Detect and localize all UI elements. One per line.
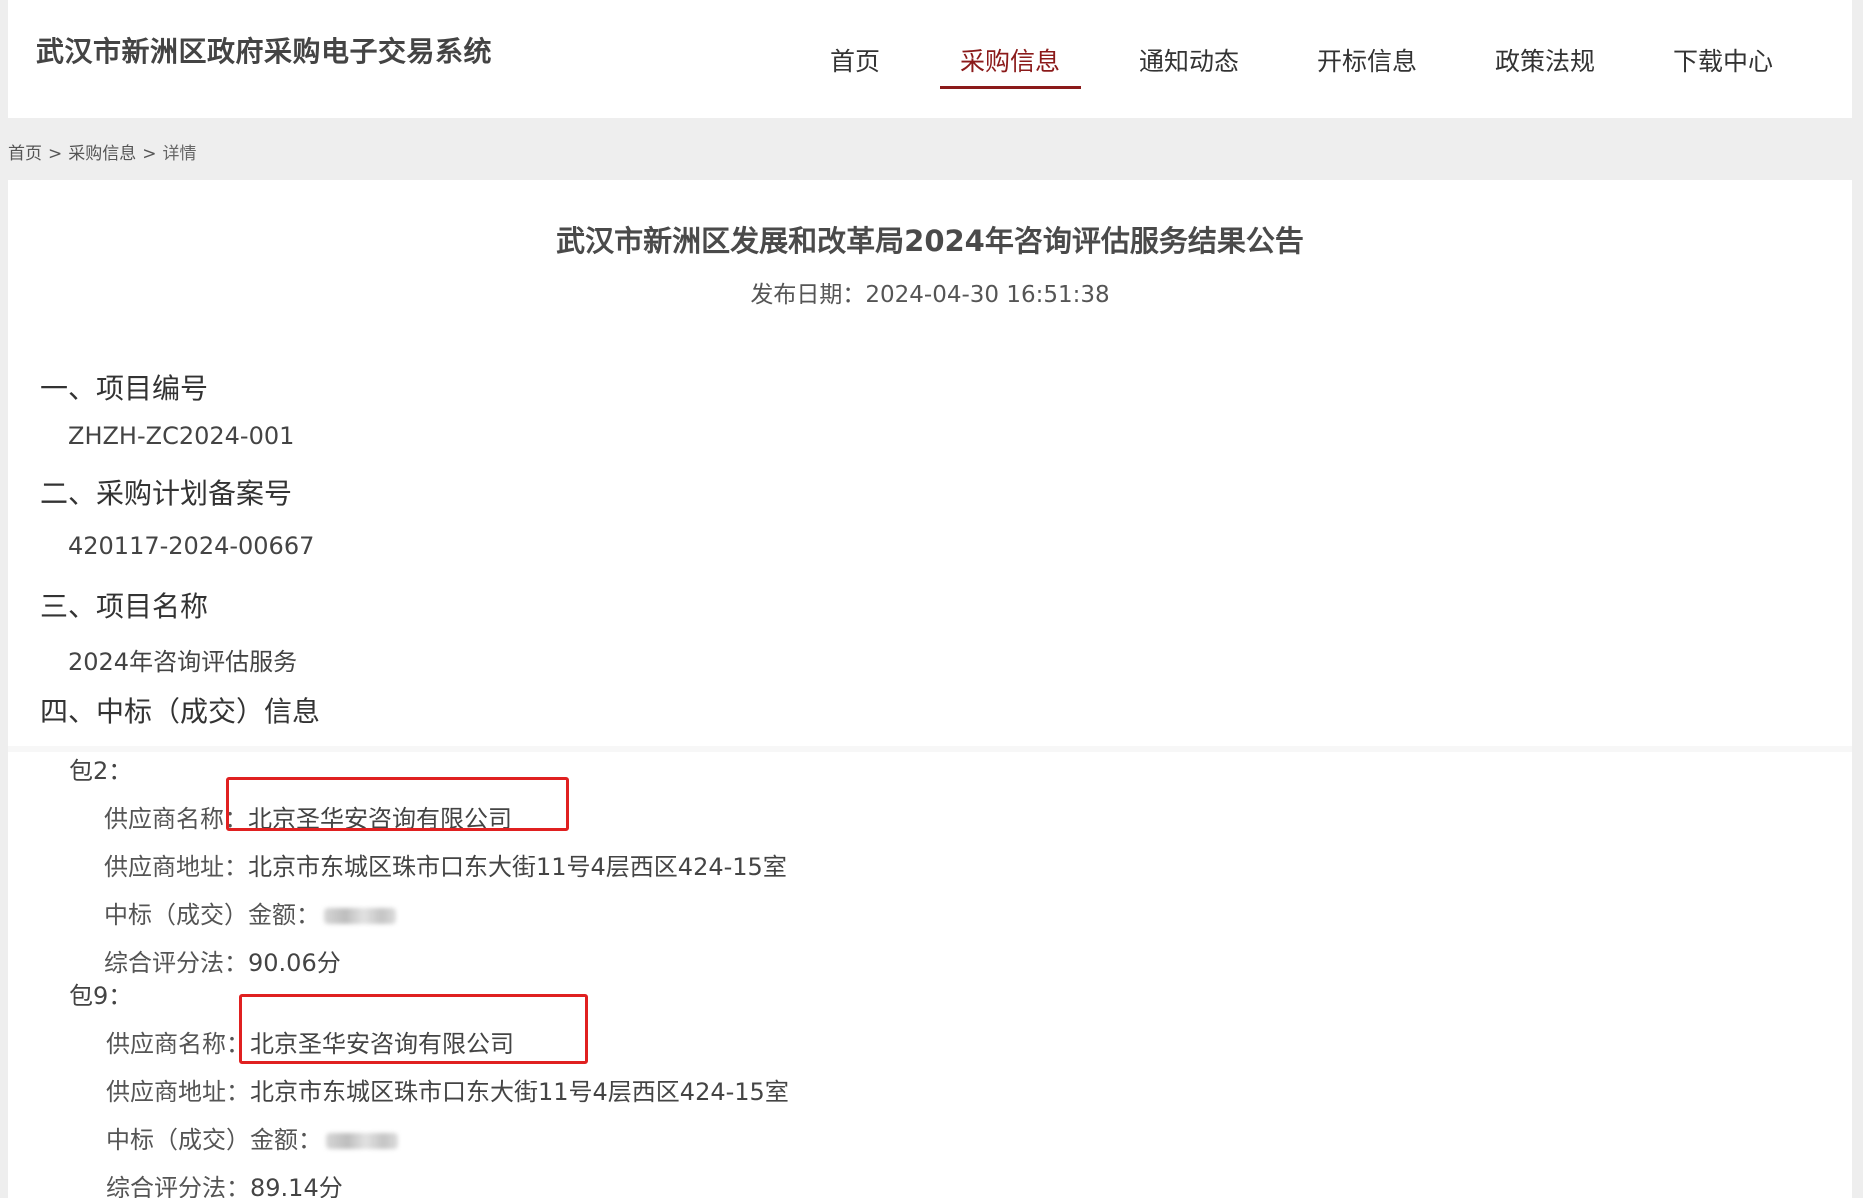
supplier-address-row: 供应商地址：北京市东城区珠市口东大街11号4层西区424-15室 <box>106 1072 789 1107</box>
project-number-value: ZHZH-ZC2024-001 <box>68 422 295 450</box>
nav-bid-opening[interactable]: 开标信息 <box>1317 42 1417 78</box>
supplier-address-value: 北京市东城区珠市口东大街11号4层西区424-15室 <box>248 853 787 881</box>
nav-policies[interactable]: 政策法规 <box>1495 42 1595 78</box>
nav-home[interactable]: 首页 <box>830 42 880 78</box>
award-amount-row: 中标（成交）金额： <box>106 1120 398 1155</box>
section-heading-project-number: 一、项目编号 <box>40 372 209 405</box>
redacted-amount <box>326 1133 398 1149</box>
supplier-name-label: 供应商名称： <box>106 1030 250 1058</box>
section-heading-project-name: 三、项目名称 <box>40 590 209 623</box>
score-value: 90.06分 <box>248 949 341 977</box>
section-divider <box>8 746 1852 752</box>
score-row: 综合评分法：90.06分 <box>104 943 341 978</box>
package-label: 包9： <box>69 982 133 1010</box>
publish-date: 发布日期：2024-04-30 16:51:38 <box>8 275 1852 309</box>
breadcrumb-home[interactable]: 首页 <box>8 144 42 164</box>
package-label: 包2： <box>69 757 133 785</box>
score-label: 综合评分法： <box>104 949 248 977</box>
breadcrumb: 首页 > 采购信息 > 详情 <box>8 139 197 164</box>
breadcrumb-current: 详情 <box>162 144 197 164</box>
section-heading-award-info: 四、中标（成交）信息 <box>40 695 321 728</box>
nav-notices[interactable]: 通知动态 <box>1139 42 1239 78</box>
nav-procurement-info[interactable]: 采购信息 <box>960 42 1060 78</box>
award-amount-label: 中标（成交）金额： <box>104 901 320 929</box>
plan-number-value: 420117-2024-00667 <box>68 532 315 560</box>
nav-downloads[interactable]: 下载中心 <box>1673 42 1773 78</box>
breadcrumb-separator: > <box>142 144 157 164</box>
redacted-amount <box>324 908 396 924</box>
supplier-address-value: 北京市东城区珠市口东大街11号4层西区424-15室 <box>250 1078 789 1106</box>
breadcrumb-procurement[interactable]: 采购信息 <box>68 144 136 164</box>
award-amount-row: 中标（成交）金额： <box>104 895 396 930</box>
site-header: 武汉市新洲区政府采购电子交易系统 首页 采购信息 通知动态 开标信息 政策法规 … <box>8 0 1852 118</box>
breadcrumb-separator: > <box>48 144 63 164</box>
highlight-box <box>239 994 588 1064</box>
article-panel: 武汉市新洲区发展和改革局2024年咨询评估服务结果公告 发布日期：2024-04… <box>8 180 1852 1198</box>
supplier-address-row: 供应商地址：北京市东城区珠市口东大街11号4层西区424-15室 <box>104 847 787 882</box>
supplier-address-label: 供应商地址： <box>104 853 248 881</box>
publish-date-label: 发布日期： <box>750 282 866 308</box>
main-nav: 首页 采购信息 通知动态 开标信息 政策法规 下载中心 <box>8 0 1852 118</box>
score-value: 89.14分 <box>250 1174 343 1198</box>
project-name-value: 2024年咨询评估服务 <box>68 648 298 676</box>
highlight-box <box>226 777 569 831</box>
nav-active-indicator <box>940 86 1081 89</box>
award-amount-label: 中标（成交）金额： <box>106 1126 322 1154</box>
score-row: 综合评分法：89.14分 <box>106 1168 343 1198</box>
section-heading-plan-number: 二、采购计划备案号 <box>40 477 293 510</box>
publish-date-value: 2024-04-30 16:51:38 <box>865 282 1110 308</box>
supplier-address-label: 供应商地址： <box>106 1078 250 1106</box>
score-label: 综合评分法： <box>106 1174 250 1198</box>
article-title: 武汉市新洲区发展和改革局2024年咨询评估服务结果公告 <box>556 224 1304 258</box>
